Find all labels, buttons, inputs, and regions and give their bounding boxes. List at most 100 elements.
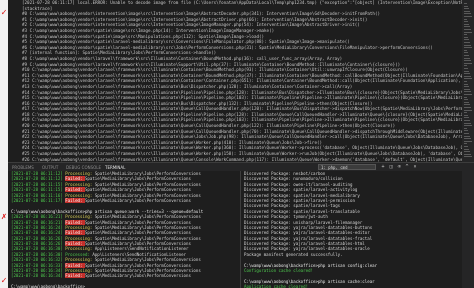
log-text: #12 C:\wamp\www\aobong\vendor\laravel\fr… xyxy=(22,78,474,84)
log-text: #13 C:\wamp\www\aobong\vendor\laravel\fr… xyxy=(22,83,353,89)
job-status: Processing: xyxy=(65,257,93,263)
log-text: #25 C:\wamp\www\aobong\vendor\laravel\fr… xyxy=(22,151,474,157)
job-status: Processing: xyxy=(65,181,93,187)
terminal-right[interactable]: Discovered Package: nesbot/carbon Discove… xyxy=(241,171,462,288)
add-terminal-icon[interactable]: + xyxy=(380,164,386,170)
minimap-line xyxy=(464,138,471,140)
failed-status-badge: Failed: xyxy=(65,176,85,182)
job-name: Spatie\MediaLibrary\Jobs\PerformConversi… xyxy=(94,171,201,176)
minimap-line xyxy=(464,81,467,82)
terminal-scrollbar[interactable] xyxy=(462,171,474,288)
timestamp: [2021-07-28 06:16:21] xyxy=(11,214,63,220)
job-name: Spatie\MediaLibrary\Jobs\PerformConversi… xyxy=(94,224,201,230)
timestamp: [2021-07-28 06:16:33] xyxy=(11,262,63,268)
minimap-line xyxy=(464,101,469,103)
terminal-output: Discovered Package: spatie/laravel-tags xyxy=(244,203,341,209)
minimap-line xyxy=(464,107,471,108)
timestamp: [2021-07-28 06:11:15] xyxy=(11,187,63,193)
job-name: Spatie\MediaLibrary\Jobs\PerformConversi… xyxy=(94,181,201,187)
minimap-line xyxy=(464,52,468,54)
timestamp: [2021-07-28 06:11:12] xyxy=(11,171,63,176)
job-name: Spatie\MediaLibrary\Jobs\PerformConversi… xyxy=(84,230,191,236)
minimap-line xyxy=(464,133,469,134)
failed-status-badge: Failed: xyxy=(65,187,85,193)
log-text: #14 C:\wamp\www\aobong\vendor\laravel\fr… xyxy=(22,89,474,95)
minimap-line xyxy=(464,42,470,43)
minimap-line xyxy=(464,31,472,33)
minimap-line xyxy=(464,26,470,28)
log-text: [2021-07-28 06:11:17] local.ERROR: Unabl… xyxy=(22,0,474,5)
failed-status-badge: Failed: xyxy=(65,197,85,203)
editor-pane[interactable]: [2021-07-28 06:11:17] local.ERROR: Unabl… xyxy=(8,0,474,162)
timestamp: [2021-07-28 06:16:34] xyxy=(11,273,63,279)
job-name: App\Listeners\SendNotificationListener xyxy=(94,246,189,252)
minimap-line xyxy=(464,83,468,85)
log-text: #1 C:\wamp\www\aobong\vendor\interventio… xyxy=(22,16,368,22)
minimap-line xyxy=(464,23,469,25)
log-text: #11 C:\wamp\www\aobong\vendor\laravel\fr… xyxy=(22,72,474,78)
minimap-line xyxy=(464,88,470,90)
minimap-line xyxy=(464,44,471,46)
minimap-line xyxy=(464,68,468,69)
terminal-line: Application cache cleared! xyxy=(241,284,462,288)
terminal-output: Discovered Package: owen-it/laravel-audi… xyxy=(244,181,353,187)
minimap-line xyxy=(464,10,470,12)
maximize-panel-icon[interactable]: ^ xyxy=(404,164,410,170)
minimap-line xyxy=(464,57,470,59)
minimap-line xyxy=(464,143,467,145)
minimap-line xyxy=(464,47,472,49)
job-status: Processing: xyxy=(65,192,93,198)
command-prompt: C:\wamp\www\aobong\backoffice>php artisa… xyxy=(244,262,378,268)
timestamp: [2021-07-28 06:16:30] xyxy=(11,246,63,252)
terminal-output: Discovered Package: yajra/laravel-datata… xyxy=(244,241,365,247)
log-text: #18 C:\wamp\www\aobong\vendor\laravel\fr… xyxy=(22,111,474,117)
failed-status-badge: Failed: xyxy=(65,262,85,268)
timestamp: [2021-07-28 06:16:30] xyxy=(11,251,63,257)
timestamp: [2021-07-28 06:16:34] xyxy=(11,268,63,274)
job-name: Spatie\MediaLibrary\Jobs\PerformConversi… xyxy=(84,176,191,182)
minimap-line xyxy=(464,60,471,62)
terminal-selector[interactable]: 1: php, cmd xyxy=(318,164,376,170)
minimap-line xyxy=(464,8,469,10)
terminal-left[interactable]: [2021-07-28 06:11:12] Processing: Spatie… xyxy=(8,171,241,288)
minimap-line xyxy=(464,91,471,93)
minimap-line xyxy=(464,114,468,116)
job-name: Spatie\MediaLibrary\Jobs\PerformConversi… xyxy=(84,262,191,268)
terminal-output: Discovered Package: tymon/jwt-auth xyxy=(244,214,328,220)
annotation-mark-icon: ✓ xyxy=(1,276,7,286)
minimap-line xyxy=(464,55,469,56)
terminal-output: Discovered Package: yajra/laravel-datata… xyxy=(244,235,373,241)
split-terminal-icon[interactable]: ◫ xyxy=(388,164,394,170)
failed-status-badge: Failed: xyxy=(65,230,85,236)
minimap[interactable] xyxy=(462,0,474,162)
log-text: #21 C:\wamp\www\aobong\vendor\laravel\fr… xyxy=(22,128,474,134)
job-name: Spatie\MediaLibrary\Jobs\PerformConversi… xyxy=(84,187,191,193)
log-text: #19 C:\wamp\www\aobong\vendor\laravel\fr… xyxy=(22,117,474,123)
minimap-line xyxy=(464,122,471,124)
timestamp: [2021-07-28 06:16:24] xyxy=(11,224,63,230)
log-text: #23 C:\wamp\www\aobong\vendor\laravel\fr… xyxy=(22,139,323,145)
minimap-line xyxy=(464,3,467,4)
log-text: #8 C:\wamp\www\aobong\vendor\laravel\fra… xyxy=(22,55,343,61)
terminal-output: Package manifest generated successfully. xyxy=(244,251,343,257)
minimap-line xyxy=(464,70,469,72)
minimap-line xyxy=(464,34,467,36)
minimap-line xyxy=(464,78,472,80)
timestamp: [2021-07-28 06:11:17] xyxy=(11,197,63,203)
log-text: #2 C:\wamp\www\aobong\vendor\interventio… xyxy=(22,22,360,28)
terminal-line: C:\wamp\www\aobong\backoffice> xyxy=(8,284,240,288)
terminal-output: Discovered Package: unisharp/laravel-fil… xyxy=(244,219,363,225)
job-status: Processing: xyxy=(65,268,93,274)
minimap-line xyxy=(464,153,471,155)
log-text: #20 C:\wamp\www\aobong\vendor\laravel\fr… xyxy=(22,123,396,129)
job-name: Spatie\MediaLibrary\Jobs\PerformConversi… xyxy=(84,197,191,203)
close-panel-icon[interactable]: × xyxy=(412,164,418,170)
minimap-line xyxy=(464,120,470,121)
trash-icon[interactable]: ⌫ xyxy=(396,164,402,170)
minimap-line xyxy=(464,140,472,142)
log-text: [stacktrace] xyxy=(22,5,53,11)
minimap-line xyxy=(464,109,472,111)
log-text: #26 C:\wamp\www\aobong\vendor\laravel\fr… xyxy=(22,156,474,162)
job-name: Spatie\MediaLibrary\Jobs\PerformConversi… xyxy=(94,192,201,198)
annotation-mark-icon: ✓ xyxy=(1,8,7,18)
